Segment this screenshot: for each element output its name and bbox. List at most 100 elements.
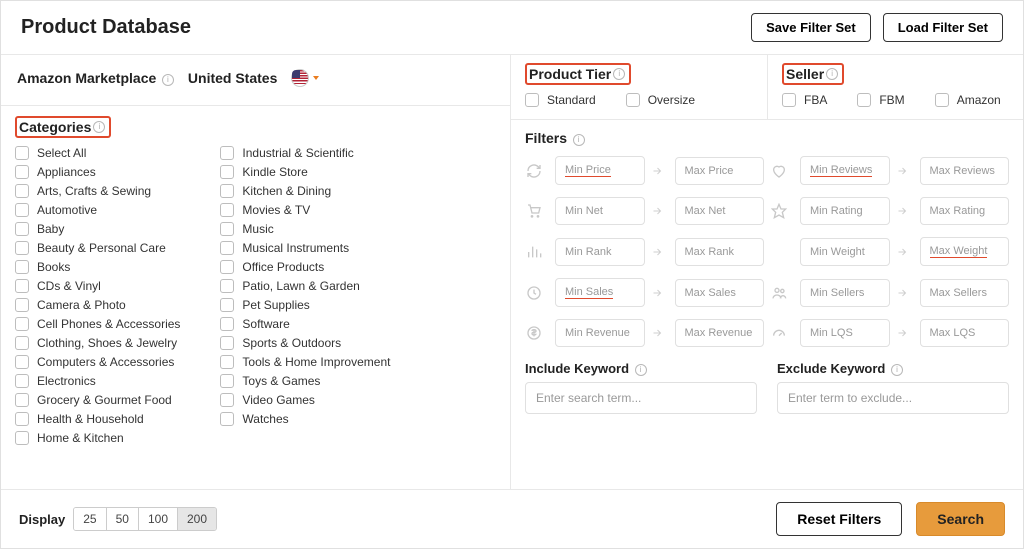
checkbox-icon [15,203,29,217]
checkbox-icon [220,355,234,369]
checkbox-software[interactable]: Software [220,317,390,331]
include-keyword-input[interactable]: Enter search term... [525,382,757,414]
placeholder-text: Min Sales [565,286,613,299]
max-weight-input[interactable]: Max Weight [920,237,1010,266]
page-size-200[interactable]: 200 [178,508,216,530]
marketplace-bar: Amazon Marketplace i United States [1,55,510,106]
checkbox-sports-outdoors[interactable]: Sports & Outdoors [220,336,390,350]
checkbox-standard[interactable]: Standard [525,93,596,107]
arrow-right-icon [651,165,663,177]
checkbox-baby[interactable]: Baby [15,222,180,236]
checkbox-label: FBM [879,93,904,107]
checkbox-industrial-scientific[interactable]: Industrial & Scientific [220,146,390,160]
checkbox-oversize[interactable]: Oversize [626,93,695,107]
min-net-input[interactable]: Min Net [555,197,645,225]
checkbox-appliances[interactable]: Appliances [15,165,180,179]
checkbox-pet-supplies[interactable]: Pet Supplies [220,298,390,312]
max-net-input[interactable]: Max Net [675,197,765,225]
reset-filters-button[interactable]: Reset Filters [776,502,902,536]
checkbox-arts-crafts-sewing[interactable]: Arts, Crafts & Sewing [15,184,180,198]
checkbox-icon [525,93,539,107]
checkbox-watches[interactable]: Watches [220,412,390,426]
checkbox-icon [15,184,29,198]
placeholder-text: Min Rating [810,205,863,217]
checkbox-icon [15,355,29,369]
checkbox-tools-home-improvement[interactable]: Tools & Home Improvement [220,355,390,369]
max-rank-input[interactable]: Max Rank [675,238,765,266]
min-sales-input[interactable]: Min Sales [555,278,645,307]
page-size-100[interactable]: 100 [139,508,178,530]
checkbox-toys-games[interactable]: Toys & Games [220,374,390,388]
checkbox-camera-photo[interactable]: Camera & Photo [15,298,180,312]
search-button[interactable]: Search [916,502,1005,536]
product-tier-block: Product Tier i StandardOversize [511,55,767,119]
checkbox-icon [220,222,234,236]
checkbox-electronics[interactable]: Electronics [15,374,180,388]
min-reviews-input[interactable]: Min Reviews [800,156,890,185]
checkbox-icon [15,279,29,293]
include-keyword-block: Include Keyword i Enter search term... [525,361,757,414]
checkbox-video-games[interactable]: Video Games [220,393,390,407]
min-lqs-input[interactable]: Min LQS [800,319,890,347]
min-sellers-input[interactable]: Min Sellers [800,279,890,307]
checkbox-kitchen-dining[interactable]: Kitchen & Dining [220,184,390,198]
checkbox-grocery-gourmet-food[interactable]: Grocery & Gourmet Food [15,393,180,407]
placeholder-text: Min LQS [810,327,853,339]
checkbox-label: Watches [242,412,288,426]
placeholder-text: Max Rank [685,246,735,258]
max-rating-input[interactable]: Max Rating [920,197,1010,225]
checkbox-label: Appliances [37,165,96,179]
min-revenue-input[interactable]: Min Revenue [555,319,645,347]
min-rating-input[interactable]: Min Rating [800,197,890,225]
exclude-keyword-input[interactable]: Enter term to exclude... [777,382,1009,414]
checkbox-movies-tv[interactable]: Movies & TV [220,203,390,217]
save-filter-set-button[interactable]: Save Filter Set [751,13,871,42]
max-revenue-input[interactable]: Max Revenue [675,319,765,347]
checkbox-cds-vinyl[interactable]: CDs & Vinyl [15,279,180,293]
marketplace-value: United States [188,70,277,86]
categories-col-2: Industrial & Scientific Kindle Store Kitch… [220,146,390,445]
checkbox-beauty-personal-care[interactable]: Beauty & Personal Care [15,241,180,255]
checkbox-label: Health & Household [37,412,144,426]
max-lqs-input[interactable]: Max LQS [920,319,1010,347]
checkbox-musical-instruments[interactable]: Musical Instruments [220,241,390,255]
checkbox-icon [220,374,234,388]
checkbox-cell-phones-accessories[interactable]: Cell Phones & Accessories [15,317,180,331]
load-filter-set-button[interactable]: Load Filter Set [883,13,1003,42]
checkbox-fbm[interactable]: FBM [857,93,904,107]
max-reviews-input[interactable]: Max Reviews [920,157,1010,185]
max-sellers-input[interactable]: Max Sellers [920,279,1010,307]
page-size-50[interactable]: 50 [107,508,139,530]
product-tier-heading: Product Tier [529,66,611,82]
product-database-app: Product Database Save Filter Set Load Fi… [0,0,1024,549]
checkbox-health-household[interactable]: Health & Household [15,412,180,426]
arrow-right-icon [896,165,908,177]
max-price-input[interactable]: Max Price [675,157,765,185]
checkbox-office-products[interactable]: Office Products [220,260,390,274]
checkbox-patio-lawn-garden[interactable]: Patio, Lawn & Garden [220,279,390,293]
checkbox-label: Video Games [242,393,315,407]
exclude-keyword-label: Exclude Keyword [777,361,885,376]
checkbox-label: Tools & Home Improvement [242,355,390,369]
checkbox-icon [220,279,234,293]
checkbox-books[interactable]: Books [15,260,180,274]
checkbox-kindle-store[interactable]: Kindle Store [220,165,390,179]
max-sales-input[interactable]: Max Sales [675,279,765,307]
min-weight-input[interactable]: Min Weight [800,238,890,266]
checkbox-automotive[interactable]: Automotive [15,203,180,217]
checkbox-fba[interactable]: FBA [782,93,827,107]
min-rank-input[interactable]: Min Rank [555,238,645,266]
page-size-25[interactable]: 25 [74,508,106,530]
checkbox-computers-accessories[interactable]: Computers & Accessories [15,355,180,369]
checkbox-label: Amazon [957,93,1001,107]
checkbox-clothing-shoes-jewelry[interactable]: Clothing, Shoes & Jewelry [15,336,180,350]
min-price-input[interactable]: Min Price [555,156,645,185]
marketplace-dropdown[interactable] [291,69,319,87]
checkbox-icon [220,146,234,160]
filter-grid: Min Price Max Price Min Reviews Max Reviews… [525,156,1009,347]
checkbox-home-kitchen[interactable]: Home & Kitchen [15,431,180,445]
checkbox-label: Standard [547,93,596,107]
checkbox-amazon[interactable]: Amazon [935,93,1001,107]
checkbox-music[interactable]: Music [220,222,390,236]
checkbox-select-all[interactable]: Select All [15,146,180,160]
